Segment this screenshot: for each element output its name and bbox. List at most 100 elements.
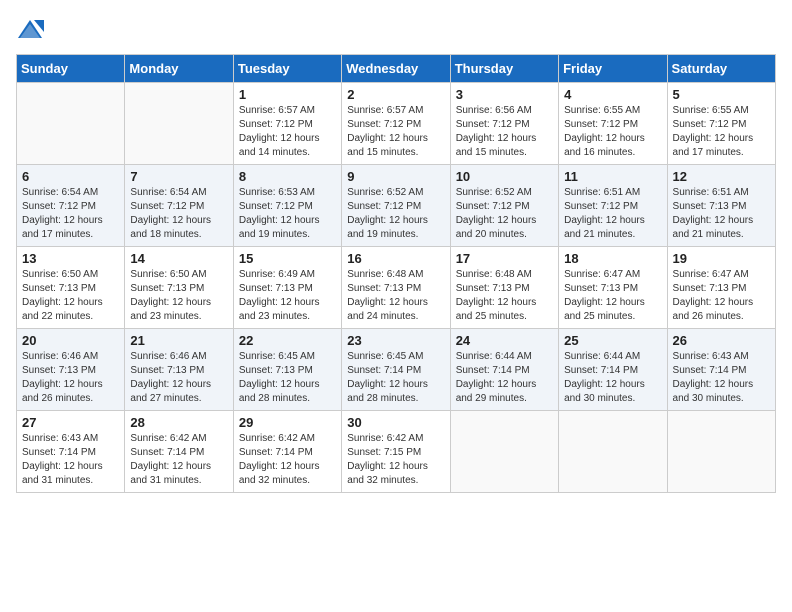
day-info: Sunrise: 6:48 AM Sunset: 7:13 PM Dayligh… bbox=[456, 268, 553, 324]
day-number: 26 bbox=[673, 333, 770, 348]
day-info: Sunrise: 6:54 AM Sunset: 7:12 PM Dayligh… bbox=[130, 186, 227, 242]
weekday-header-tuesday: Tuesday bbox=[233, 55, 341, 83]
calendar-cell: 29 Sunrise: 6:42 AM Sunset: 7:14 PM Dayli… bbox=[233, 411, 341, 493]
week-row-5: 27Sunrise: 6:43 AM Sunset: 7:14 PM Dayli… bbox=[17, 411, 776, 493]
day-number: 15 bbox=[239, 251, 336, 266]
day-info: Sunrise: 6:44 AM Sunset: 7:14 PM Dayligh… bbox=[456, 350, 553, 406]
weekday-header-wednesday: Wednesday bbox=[342, 55, 450, 83]
day-number: 28 bbox=[130, 415, 227, 430]
day-number: 20 bbox=[22, 333, 119, 348]
calendar-cell: 3 Sunrise: 6:56 AM Sunset: 7:12 PM Daylig… bbox=[450, 83, 558, 165]
day-number: 8 bbox=[239, 169, 336, 184]
calendar-cell: 25 Sunrise: 6:44 AM Sunset: 7:14 PM Dayli… bbox=[559, 329, 667, 411]
day-number: 16 bbox=[347, 251, 444, 266]
day-number: 4 bbox=[564, 87, 661, 102]
day-number: 12 bbox=[673, 169, 770, 184]
day-number: 11 bbox=[564, 169, 661, 184]
calendar-cell: 2 Sunrise: 6:57 AM Sunset: 7:12 PM Daylig… bbox=[342, 83, 450, 165]
calendar-cell: 30 Sunrise: 6:42 AM Sunset: 7:15 PM Dayli… bbox=[342, 411, 450, 493]
page-header bbox=[16, 16, 776, 44]
weekday-header-thursday: Thursday bbox=[450, 55, 558, 83]
day-number: 17 bbox=[456, 251, 553, 266]
calendar-cell: 8 Sunrise: 6:53 AM Sunset: 7:12 PM Daylig… bbox=[233, 165, 341, 247]
weekday-header-friday: Friday bbox=[559, 55, 667, 83]
day-info: Sunrise: 6:55 AM Sunset: 7:12 PM Dayligh… bbox=[673, 104, 770, 160]
day-info: Sunrise: 6:51 AM Sunset: 7:12 PM Dayligh… bbox=[564, 186, 661, 242]
day-info: Sunrise: 6:42 AM Sunset: 7:14 PM Dayligh… bbox=[239, 432, 336, 488]
day-info: Sunrise: 6:57 AM Sunset: 7:12 PM Dayligh… bbox=[347, 104, 444, 160]
day-number: 29 bbox=[239, 415, 336, 430]
day-info: Sunrise: 6:50 AM Sunset: 7:13 PM Dayligh… bbox=[22, 268, 119, 324]
day-info: Sunrise: 6:54 AM Sunset: 7:12 PM Dayligh… bbox=[22, 186, 119, 242]
calendar-cell bbox=[125, 83, 233, 165]
day-info: Sunrise: 6:53 AM Sunset: 7:12 PM Dayligh… bbox=[239, 186, 336, 242]
day-number: 25 bbox=[564, 333, 661, 348]
day-number: 5 bbox=[673, 87, 770, 102]
calendar-cell: 20 Sunrise: 6:46 AM Sunset: 7:13 PM Dayli… bbox=[17, 329, 125, 411]
week-row-2: 6 Sunrise: 6:54 AM Sunset: 7:12 PM Daylig… bbox=[17, 165, 776, 247]
day-number: 27 bbox=[22, 415, 119, 430]
calendar-cell: 17 Sunrise: 6:48 AM Sunset: 7:13 PM Dayli… bbox=[450, 247, 558, 329]
day-number: 14 bbox=[130, 251, 227, 266]
calendar-cell: 18 Sunrise: 6:47 AM Sunset: 7:13 PM Dayli… bbox=[559, 247, 667, 329]
calendar-cell: 23Sunrise: 6:45 AM Sunset: 7:14 PM Dayli… bbox=[342, 329, 450, 411]
week-row-1: 1 Sunrise: 6:57 AM Sunset: 7:12 PM Daylig… bbox=[17, 83, 776, 165]
day-number: 7 bbox=[130, 169, 227, 184]
calendar-cell: 24 Sunrise: 6:44 AM Sunset: 7:14 PM Dayli… bbox=[450, 329, 558, 411]
day-number: 22 bbox=[239, 333, 336, 348]
calendar-cell: 26 Sunrise: 6:43 AM Sunset: 7:14 PM Dayli… bbox=[667, 329, 775, 411]
day-number: 6 bbox=[22, 169, 119, 184]
calendar-cell: 4 Sunrise: 6:55 AM Sunset: 7:12 PM Daylig… bbox=[559, 83, 667, 165]
day-info: Sunrise: 6:46 AM Sunset: 7:13 PM Dayligh… bbox=[22, 350, 119, 406]
calendar-cell: 16 Sunrise: 6:48 AM Sunset: 7:13 PM Dayli… bbox=[342, 247, 450, 329]
weekday-header-row: SundayMondayTuesdayWednesdayThursdayFrid… bbox=[17, 55, 776, 83]
day-info: Sunrise: 6:43 AM Sunset: 7:14 PM Dayligh… bbox=[673, 350, 770, 406]
logo bbox=[16, 16, 46, 44]
day-info: Sunrise: 6:50 AM Sunset: 7:13 PM Dayligh… bbox=[130, 268, 227, 324]
calendar-cell: 9Sunrise: 6:52 AM Sunset: 7:12 PM Daylig… bbox=[342, 165, 450, 247]
day-number: 30 bbox=[347, 415, 444, 430]
calendar-cell: 13 Sunrise: 6:50 AM Sunset: 7:13 PM Dayli… bbox=[17, 247, 125, 329]
calendar-cell: 11 Sunrise: 6:51 AM Sunset: 7:12 PM Dayli… bbox=[559, 165, 667, 247]
weekday-header-monday: Monday bbox=[125, 55, 233, 83]
day-info: Sunrise: 6:42 AM Sunset: 7:14 PM Dayligh… bbox=[130, 432, 227, 488]
calendar-cell: 19Sunrise: 6:47 AM Sunset: 7:13 PM Dayli… bbox=[667, 247, 775, 329]
day-info: Sunrise: 6:52 AM Sunset: 7:12 PM Dayligh… bbox=[456, 186, 553, 242]
calendar-cell bbox=[17, 83, 125, 165]
calendar-cell: 22 Sunrise: 6:45 AM Sunset: 7:13 PM Dayli… bbox=[233, 329, 341, 411]
day-info: Sunrise: 6:55 AM Sunset: 7:12 PM Dayligh… bbox=[564, 104, 661, 160]
day-info: Sunrise: 6:47 AM Sunset: 7:13 PM Dayligh… bbox=[564, 268, 661, 324]
day-number: 1 bbox=[239, 87, 336, 102]
day-info: Sunrise: 6:42 AM Sunset: 7:15 PM Dayligh… bbox=[347, 432, 444, 488]
day-number: 13 bbox=[22, 251, 119, 266]
day-number: 2 bbox=[347, 87, 444, 102]
day-info: Sunrise: 6:57 AM Sunset: 7:12 PM Dayligh… bbox=[239, 104, 336, 160]
calendar-cell: 21 Sunrise: 6:46 AM Sunset: 7:13 PM Dayli… bbox=[125, 329, 233, 411]
day-info: Sunrise: 6:49 AM Sunset: 7:13 PM Dayligh… bbox=[239, 268, 336, 324]
calendar-cell: 28 Sunrise: 6:42 AM Sunset: 7:14 PM Dayli… bbox=[125, 411, 233, 493]
day-info: Sunrise: 6:44 AM Sunset: 7:14 PM Dayligh… bbox=[564, 350, 661, 406]
calendar-cell: 14 Sunrise: 6:50 AM Sunset: 7:13 PM Dayli… bbox=[125, 247, 233, 329]
calendar-table: SundayMondayTuesdayWednesdayThursdayFrid… bbox=[16, 54, 776, 493]
day-number: 23 bbox=[347, 333, 444, 348]
calendar-cell: 27Sunrise: 6:43 AM Sunset: 7:14 PM Dayli… bbox=[17, 411, 125, 493]
logo-icon bbox=[16, 16, 44, 44]
weekday-header-saturday: Saturday bbox=[667, 55, 775, 83]
day-number: 24 bbox=[456, 333, 553, 348]
day-info: Sunrise: 6:46 AM Sunset: 7:13 PM Dayligh… bbox=[130, 350, 227, 406]
calendar-cell bbox=[667, 411, 775, 493]
day-number: 21 bbox=[130, 333, 227, 348]
calendar-cell: 1 Sunrise: 6:57 AM Sunset: 7:12 PM Daylig… bbox=[233, 83, 341, 165]
day-number: 18 bbox=[564, 251, 661, 266]
day-info: Sunrise: 6:56 AM Sunset: 7:12 PM Dayligh… bbox=[456, 104, 553, 160]
day-number: 9 bbox=[347, 169, 444, 184]
day-info: Sunrise: 6:45 AM Sunset: 7:13 PM Dayligh… bbox=[239, 350, 336, 406]
calendar-cell bbox=[450, 411, 558, 493]
calendar-cell: 6 Sunrise: 6:54 AM Sunset: 7:12 PM Daylig… bbox=[17, 165, 125, 247]
day-number: 19 bbox=[673, 251, 770, 266]
day-number: 3 bbox=[456, 87, 553, 102]
calendar-cell bbox=[559, 411, 667, 493]
calendar-cell: 15 Sunrise: 6:49 AM Sunset: 7:13 PM Dayli… bbox=[233, 247, 341, 329]
calendar-cell: 12Sunrise: 6:51 AM Sunset: 7:13 PM Dayli… bbox=[667, 165, 775, 247]
day-info: Sunrise: 6:48 AM Sunset: 7:13 PM Dayligh… bbox=[347, 268, 444, 324]
